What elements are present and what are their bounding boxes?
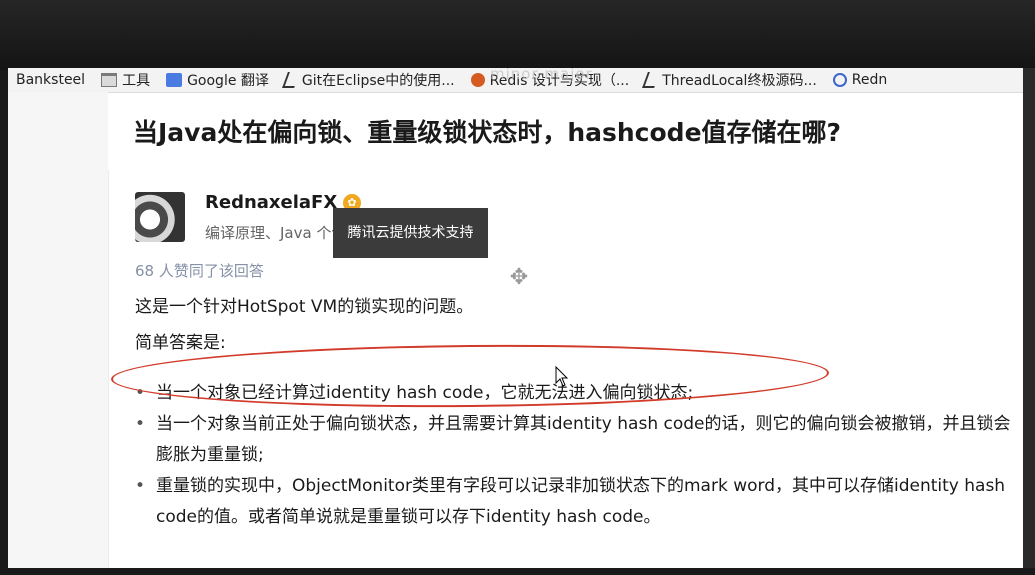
tooltip: 腾讯云提供技术支持: [333, 208, 488, 258]
bookmark-label: 工具: [122, 73, 151, 89]
c-icon: [832, 73, 847, 87]
git-icon: [281, 72, 300, 88]
vote-count: 68 人赞同了该回答: [135, 262, 264, 280]
arrow-cursor-icon: [555, 366, 569, 387]
folder-icon: [101, 73, 118, 87]
bookmark-label: Google 翻译: [187, 73, 269, 89]
video-top-bar: [0, 0, 1035, 70]
right-edge-shadow: [1023, 68, 1035, 568]
answer-paragraph: 这是一个针对HotSpot VM的锁实现的问题。: [135, 297, 474, 317]
video-overlay-text: minor major: [490, 68, 593, 83]
answer-paragraph: 简单答案是:: [135, 333, 226, 353]
bookmark-threadlocal[interactable]: ThreadLocal终极源码...: [637, 68, 825, 92]
list-item: 当一个对象当前正处于偏向锁状态，并且需要计算其identity hash cod…: [135, 409, 1015, 471]
answer-card: RednaxelaFX ✿ 编译原理、Java 个话题的优秀回答者 腾讯云提供技…: [108, 170, 1023, 568]
move-cursor-icon: ✥: [509, 265, 529, 290]
page-left-margin: [8, 92, 108, 568]
question-title[interactable]: 当Java处在偏向锁、重量级锁状态时，hashcode值存储在哪?: [133, 113, 841, 149]
bookmark-banksteel[interactable]: Banksteel: [8, 68, 93, 92]
bookmark-google-translate[interactable]: Google 翻译: [158, 68, 277, 92]
bookmark-label: ThreadLocal终极源码...: [662, 73, 817, 89]
git-icon: [642, 72, 661, 88]
redis-icon: [470, 73, 485, 87]
bookmark-label: Git在Eclipse中的使用...: [301, 73, 455, 89]
google-translate-icon: [166, 73, 183, 87]
list-item: 重量锁的实现中，ObjectMonitor类里有字段可以记录非加锁状态下的mar…: [135, 471, 1015, 533]
author-name[interactable]: RednaxelaFX: [205, 192, 337, 213]
bookmark-git-eclipse[interactable]: Git在Eclipse中的使用...: [277, 68, 463, 92]
avatar[interactable]: [135, 192, 185, 242]
bookmark-redn[interactable]: Redn: [825, 68, 895, 92]
browser-frame: Banksteel 工具 Google 翻译 Git在Eclipse中的使用..…: [8, 68, 1023, 568]
bookmark-tools[interactable]: 工具: [93, 68, 158, 92]
bookmark-label: Banksteel: [16, 72, 86, 88]
bookmark-label: Redn: [851, 72, 888, 88]
